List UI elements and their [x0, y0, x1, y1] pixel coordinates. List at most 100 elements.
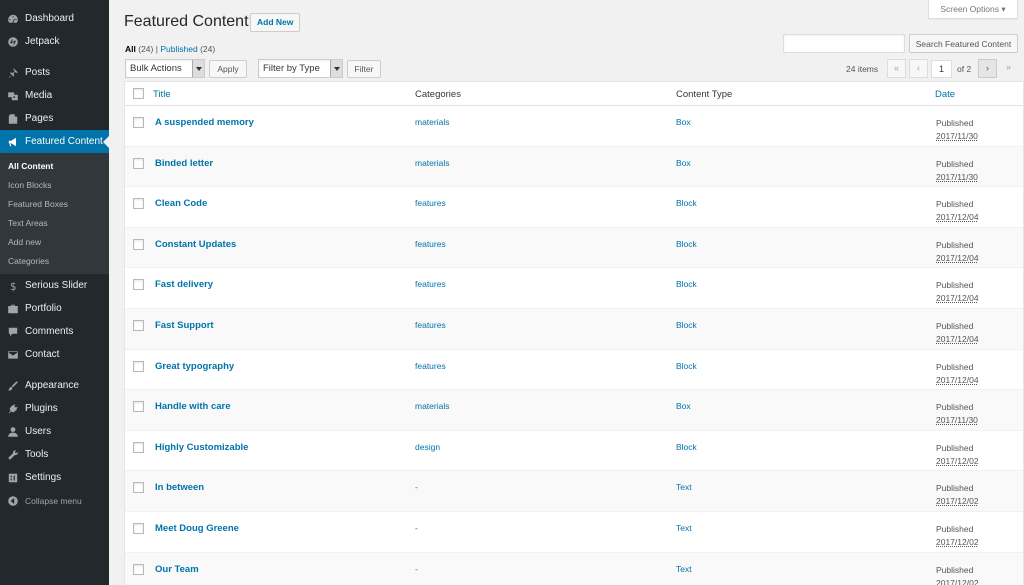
filter-published-count: (24) [200, 44, 216, 54]
row-content-type[interactable]: Block [676, 239, 697, 249]
menu-comments[interactable]: Comments [0, 320, 109, 343]
row-content-type[interactable]: Text [676, 564, 692, 574]
row-category[interactable]: materials [415, 117, 449, 127]
row-checkbox[interactable] [133, 482, 144, 494]
filter-button[interactable]: Filter [347, 60, 381, 78]
row-title-link[interactable]: Constant Updates [155, 239, 236, 250]
table-row: Fast Support features Block Published 2017/1… [125, 308, 1023, 350]
row-title-link[interactable]: A suspended memory [155, 117, 254, 128]
row-category[interactable]: materials [415, 158, 449, 168]
menu-posts[interactable]: Posts [0, 61, 109, 84]
row-content-type[interactable]: Text [676, 523, 692, 533]
submenu-icon-blocks[interactable]: Icon Blocks [0, 176, 109, 195]
menu-tools[interactable]: Tools [0, 443, 109, 466]
search-button[interactable]: Search Featured Content [909, 34, 1018, 53]
menu-jetpack[interactable]: Jetpack [0, 30, 109, 53]
row-checkbox[interactable] [133, 319, 144, 331]
row-checkbox[interactable] [133, 360, 144, 372]
row-checkbox[interactable] [133, 117, 144, 128]
chevron-down-icon [192, 60, 204, 77]
row-title-link[interactable]: In between [155, 482, 204, 493]
row-category[interactable]: features [415, 279, 446, 289]
prev-page-button: ‹ [909, 59, 928, 78]
row-checkbox[interactable] [133, 157, 144, 169]
row-title-link[interactable]: Highly Customizable [155, 442, 248, 453]
row-title-link[interactable]: Fast delivery [155, 279, 213, 290]
row-category[interactable]: features [415, 239, 446, 249]
menu-contact[interactable]: Contact [0, 343, 109, 366]
row-title-link[interactable]: Great typography [155, 361, 234, 372]
row-title-link[interactable]: Meet Doug Greene [155, 523, 239, 534]
row-content-type[interactable]: Block [676, 442, 697, 452]
row-checkbox[interactable] [133, 441, 144, 453]
menu-media[interactable]: Media [0, 84, 109, 107]
submenu-all-content[interactable]: All Content [0, 157, 109, 176]
row-category[interactable]: design [415, 442, 440, 452]
filter-all-count: (24) [138, 44, 154, 54]
last-page-button[interactable]: » [999, 59, 1018, 78]
submenu-categories[interactable]: Categories [0, 252, 109, 271]
row-content-type[interactable]: Box [676, 401, 691, 411]
menu-featured-content[interactable]: Featured Content [0, 130, 109, 153]
row-status: Published [936, 442, 974, 453]
row-category: - [415, 522, 418, 533]
menu-settings[interactable]: Settings [0, 466, 109, 489]
row-title-link[interactable]: Clean Code [155, 198, 207, 209]
menu-serious-slider[interactable]: $ Serious Slider [0, 274, 109, 297]
add-new-button[interactable]: Add New [250, 13, 301, 32]
current-page-input[interactable]: 1 [931, 60, 952, 78]
row-title-link[interactable]: Our Team [155, 564, 199, 575]
row-checkbox[interactable] [133, 198, 144, 210]
row-category[interactable]: features [415, 361, 446, 371]
column-date[interactable]: Date [935, 89, 955, 100]
table-row: Constant Updates features Block Published 20… [125, 227, 1023, 269]
submenu-add-new[interactable]: Add new [0, 233, 109, 252]
row-content-type[interactable]: Text [676, 482, 692, 492]
menu-plugins[interactable]: Plugins [0, 397, 109, 420]
row-content-type[interactable]: Block [676, 198, 697, 208]
row-category[interactable]: features [415, 320, 446, 330]
row-checkbox[interactable] [133, 401, 144, 413]
row-date-value: 2017/12/02 [936, 577, 979, 585]
row-title-link[interactable]: Fast Support [155, 320, 214, 331]
select-all-checkbox[interactable] [133, 88, 144, 99]
submenu-featured-boxes[interactable]: Featured Boxes [0, 195, 109, 214]
items-count: 24 items [846, 64, 879, 74]
row-title-link[interactable]: Handle with care [155, 401, 231, 412]
row-checkbox[interactable] [133, 563, 144, 575]
row-status: Published [936, 199, 974, 210]
row-checkbox[interactable] [133, 279, 144, 291]
filter-published-link[interactable]: Published (24) [160, 44, 215, 54]
row-content-type[interactable]: Block [676, 279, 697, 289]
bulk-actions-select[interactable]: Bulk Actions [125, 59, 205, 78]
row-content-type[interactable]: Box [676, 158, 691, 168]
row-checkbox[interactable] [133, 522, 144, 534]
search-input[interactable] [783, 34, 905, 53]
first-page-button: « [887, 59, 906, 78]
dollar-icon: $ [7, 280, 19, 292]
status-filters: All (24) | Published (24) [125, 44, 215, 54]
mail-icon [7, 349, 19, 361]
row-category[interactable]: materials [415, 401, 449, 411]
filter-by-type-select[interactable]: Filter by Type [258, 59, 343, 78]
column-title[interactable]: Title [153, 89, 171, 100]
row-title-link[interactable]: Binded letter [155, 158, 213, 169]
row-date: Published 2017/12/02 [936, 564, 979, 585]
submenu-text-areas[interactable]: Text Areas [0, 214, 109, 233]
screen-options-button[interactable]: Screen Options ▾ [928, 0, 1018, 19]
row-content-type[interactable]: Box [676, 117, 691, 127]
row-checkbox[interactable] [133, 238, 144, 250]
row-content-type[interactable]: Block [676, 361, 697, 371]
filter-all-link[interactable]: All (24) [125, 44, 153, 54]
menu-pages[interactable]: Pages [0, 107, 109, 130]
next-page-button[interactable]: › [978, 59, 997, 78]
menu-appearance[interactable]: Appearance [0, 374, 109, 397]
menu-portfolio[interactable]: Portfolio [0, 297, 109, 320]
row-content-type[interactable]: Block [676, 320, 697, 330]
row-category[interactable]: features [415, 198, 446, 208]
table-row: Our Team - Text Published 2017/12/02 [125, 552, 1023, 585]
menu-dashboard[interactable]: Dashboard [0, 7, 109, 30]
collapse-menu-button[interactable]: Collapse menu [0, 489, 109, 512]
apply-button[interactable]: Apply [209, 60, 247, 78]
menu-users[interactable]: Users [0, 420, 109, 443]
